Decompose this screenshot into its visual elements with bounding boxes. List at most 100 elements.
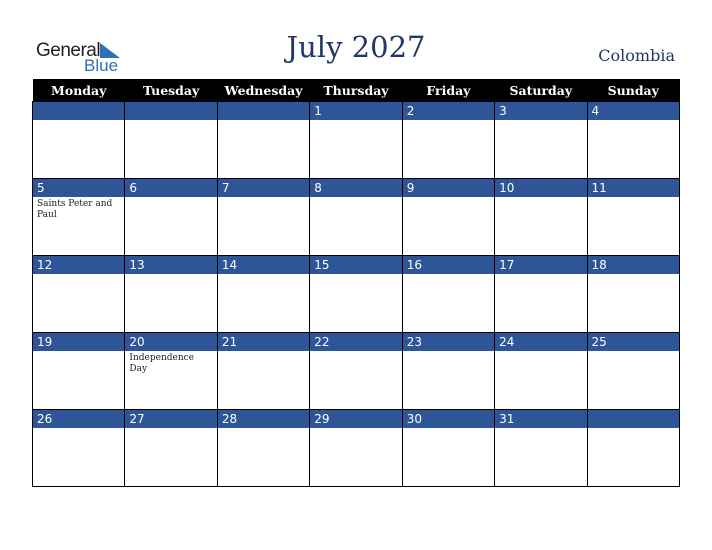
day-cell[interactable]: 16 (401, 255, 496, 333)
holiday-label (495, 274, 586, 278)
day-cell[interactable]: 18 (586, 255, 681, 333)
day-number: 8 (310, 179, 402, 197)
holiday-label (588, 428, 679, 432)
day-number: 6 (125, 179, 217, 197)
day-cell[interactable]: 1 (309, 101, 403, 179)
day-number: 15 (310, 256, 402, 274)
holiday-label (403, 351, 494, 355)
holiday-label (588, 274, 679, 278)
day-number: 2 (402, 102, 495, 120)
day-number: 5 (33, 179, 125, 197)
day-number: 3 (495, 102, 587, 120)
week-row: 5 Saints Peter and Paul 6 7 8 9 10 11 (31, 178, 681, 256)
day-cell[interactable]: 8 (309, 178, 403, 256)
holiday-label (218, 428, 309, 432)
day-cell[interactable]: 31 (494, 409, 588, 487)
holiday-label (125, 428, 216, 432)
day-cell[interactable]: 6 (124, 178, 218, 256)
holiday-label (125, 274, 216, 278)
day-number: 26 (33, 410, 125, 428)
day-cell[interactable]: 23 (401, 332, 496, 410)
day-number (587, 410, 679, 428)
day-cell[interactable] (216, 101, 311, 179)
day-cell[interactable]: 22 (309, 332, 403, 410)
holiday-label (495, 120, 586, 124)
day-cell[interactable]: 15 (309, 255, 403, 333)
day-number: 22 (310, 333, 402, 351)
day-number: 24 (495, 333, 587, 351)
day-cell[interactable]: 10 (494, 178, 588, 256)
holiday-label (403, 274, 494, 278)
day-number (125, 102, 217, 120)
day-cell[interactable]: 30 (401, 409, 496, 487)
day-cell[interactable]: 9 (401, 178, 496, 256)
day-number: 16 (402, 256, 495, 274)
day-number: 19 (33, 333, 125, 351)
day-cell[interactable]: 11 (586, 178, 681, 256)
day-number (217, 102, 310, 120)
day-number: 9 (402, 179, 495, 197)
holiday-label (588, 197, 679, 201)
holiday-label (495, 351, 586, 355)
day-number: 17 (495, 256, 587, 274)
day-cell[interactable]: 13 (124, 255, 218, 333)
holiday-label (33, 351, 124, 355)
day-number: 4 (587, 102, 679, 120)
week-row: 1234 (31, 101, 681, 179)
holiday-label: Independence Day (129, 353, 194, 374)
holiday-label (495, 428, 586, 432)
weekday-header-row: Monday Tuesday Wednesday Thursday Friday Satu… (32, 79, 680, 102)
day-cell[interactable]: 19 (31, 332, 126, 410)
day-cell[interactable]: 26 (31, 409, 126, 487)
day-cell[interactable] (31, 101, 126, 179)
day-cell[interactable]: 3 (494, 101, 588, 179)
day-number: 30 (402, 410, 495, 428)
weekday-header: Sunday (587, 79, 680, 102)
day-cell[interactable]: 25 (586, 332, 681, 410)
holiday-label (495, 197, 586, 201)
day-number: 14 (217, 256, 310, 274)
day-cell[interactable]: 7 (216, 178, 311, 256)
day-number: 20 (125, 333, 217, 351)
day-number: 13 (125, 256, 217, 274)
holiday-label (218, 120, 309, 124)
day-cell[interactable] (124, 101, 218, 179)
day-number: 18 (587, 256, 679, 274)
day-number: 29 (310, 410, 402, 428)
holiday-label (33, 428, 124, 432)
holiday-label (218, 197, 309, 201)
holiday-label (125, 120, 216, 124)
day-number: 12 (33, 256, 125, 274)
day-cell[interactable]: 17 (494, 255, 588, 333)
weekday-header: Saturday (494, 79, 588, 102)
day-cell[interactable]: 5 Saints Peter and Paul (31, 178, 126, 256)
day-cell[interactable]: 28 (216, 409, 311, 487)
day-cell[interactable]: 29 (309, 409, 403, 487)
day-cell[interactable]: 2 (401, 101, 496, 179)
day-number: 1 (310, 102, 402, 120)
week-row: 12 13 14 15 16 17 18 (31, 255, 681, 333)
day-cell[interactable] (586, 409, 681, 487)
day-cell[interactable]: 24 (494, 332, 588, 410)
holiday-label (403, 428, 494, 432)
day-number: 31 (495, 410, 587, 428)
day-cell[interactable]: 12 (31, 255, 126, 333)
holiday-label (588, 120, 679, 124)
holiday-label (310, 428, 401, 432)
day-cell[interactable]: 4 (586, 101, 681, 179)
weekday-header: Thursday (309, 79, 403, 102)
day-cell[interactable]: 20 Independence Day (124, 332, 218, 410)
day-cell[interactable]: 27 (124, 409, 218, 487)
weekday-header: Friday (402, 79, 495, 102)
day-number: 21 (217, 333, 310, 351)
day-cell[interactable]: 21 (216, 332, 311, 410)
weekday-header: Wednesday (217, 79, 310, 102)
holiday-label (33, 120, 124, 124)
holiday-label (403, 120, 494, 124)
day-cell[interactable]: 14 (216, 255, 311, 333)
holiday-label (218, 351, 309, 355)
day-number: 27 (125, 410, 217, 428)
holiday-label (310, 197, 401, 201)
weekday-header: Monday (32, 79, 125, 102)
calendar-grid: Monday Tuesday Wednesday Thursday Friday Satu… (31, 79, 681, 487)
